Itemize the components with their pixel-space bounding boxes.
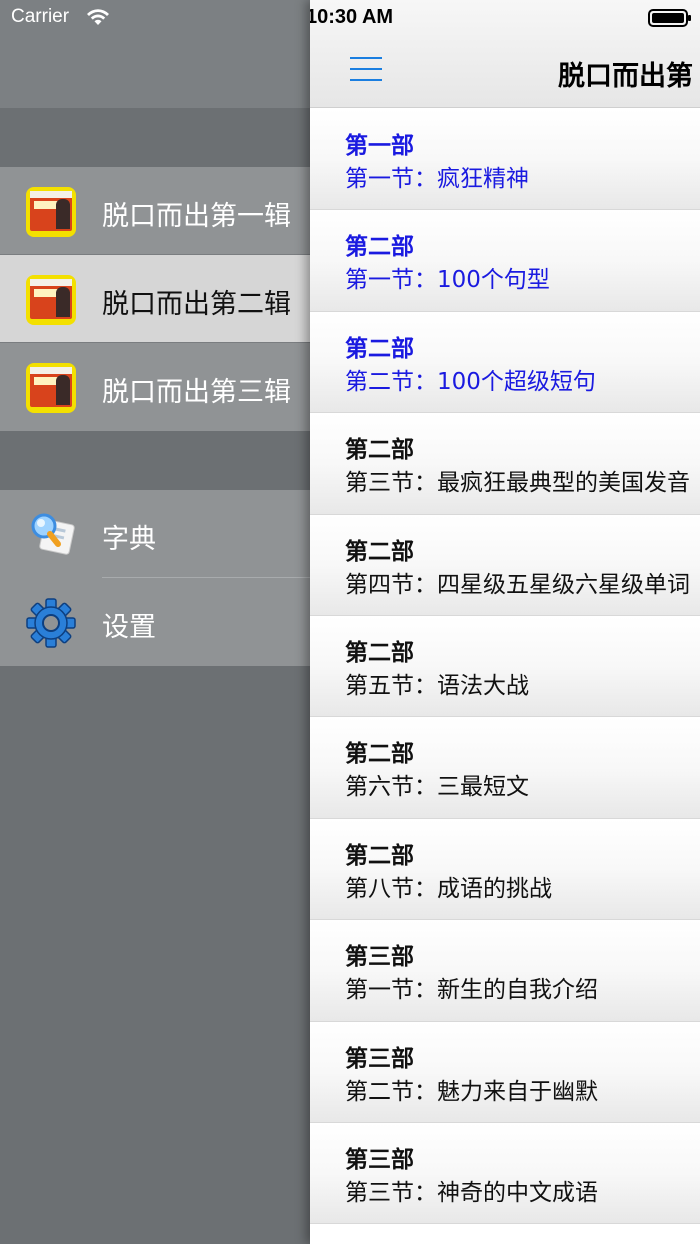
tools-menu: 字典 设置 [0, 490, 310, 666]
lesson-part: 第三部 [345, 944, 414, 971]
collection-menu: 脱口而出第一辑 脱口而出第二辑 脱口而出第三辑 [0, 167, 310, 431]
book-cover-icon [26, 275, 76, 325]
carrier-label: Carrier [11, 6, 70, 27]
collection-label: 脱口而出第三辑 [102, 377, 291, 408]
gear-icon [26, 598, 76, 648]
lesson-row[interactable]: 第一部第一节：疯狂精神 [310, 109, 700, 211]
collection-item-3[interactable]: 脱口而出第三辑 [0, 343, 310, 431]
lesson-row[interactable]: 第二部第四节：四星级五星级六星级单词 [310, 514, 700, 616]
lesson-section: 第六节：三最短文 [345, 774, 529, 801]
dictionary-icon [31, 513, 75, 555]
collection-item-1[interactable]: 脱口而出第一辑 [0, 167, 310, 255]
wifi-icon [87, 9, 109, 25]
side-drawer: Carrier 脱口而出第一辑 脱口而出第二辑 脱口而出第三辑 字典 设置 [0, 0, 310, 1244]
lesson-part: 第一部 [345, 133, 414, 159]
drawer-header: Carrier [0, 0, 310, 108]
settings-menu-item[interactable]: 设置 [0, 578, 310, 666]
collection-item-2[interactable]: 脱口而出第二辑 [0, 255, 310, 343]
lesson-part: 第二部 [345, 842, 414, 869]
settings-label: 设置 [102, 612, 156, 643]
lesson-row[interactable]: 第二部第八节：成语的挑战 [310, 818, 700, 921]
lesson-part: 第二部 [345, 437, 414, 464]
lesson-row[interactable]: 第二部第一节：100个句型 [310, 210, 700, 312]
lesson-part: 第二部 [345, 335, 414, 362]
lesson-part: 第三部 [345, 1146, 414, 1173]
lesson-section: 第四节：四星级五星级六星级单词 [345, 571, 690, 598]
status-time: 10:30 AM [310, 6, 394, 28]
lesson-section: 第二节：100个超级短句 [345, 368, 596, 395]
navigation-bar: 10:30 AM 脱口而出第 [310, 0, 700, 108]
lesson-section: 第一节：疯狂精神 [345, 166, 529, 192]
lesson-part: 第二部 [345, 538, 414, 565]
lesson-part: 第二部 [345, 234, 414, 261]
lesson-row[interactable]: 第三部第三节：神奇的中文成语 [310, 1122, 700, 1225]
lesson-section: 第五节：语法大战 [345, 672, 529, 699]
lesson-section: 第二节：魅力来自于幽默 [345, 1078, 598, 1105]
hamburger-menu-icon[interactable] [350, 56, 382, 82]
lesson-row[interactable]: 第二部第六节：三最短文 [310, 717, 700, 819]
lesson-row[interactable]: 第三部第二节：魅力来自于幽默 [310, 1021, 700, 1123]
lesson-section: 第三节：神奇的中文成语 [345, 1179, 598, 1206]
book-cover-icon [26, 363, 76, 413]
lesson-section: 第八节：成语的挑战 [345, 875, 552, 902]
lesson-part: 第二部 [345, 741, 414, 768]
battery-icon [648, 9, 691, 27]
lesson-section: 第一节：100个句型 [345, 267, 550, 294]
lesson-section: 第三节：最疯狂最典型的美国发音 [345, 470, 690, 497]
lesson-part: 第二部 [345, 639, 414, 666]
lesson-row[interactable]: 第二部第五节：语法大战 [310, 615, 700, 718]
lesson-list: 第一部 第一节：疯狂精神 第二部 第一节：100个句型 第二部 第二节：100个超级短… [310, 109, 700, 1225]
lesson-part: 第三部 [345, 1045, 414, 1072]
dictionary-menu-item[interactable]: 字典 [0, 490, 310, 578]
lesson-row[interactable]: 第二部第二节：100个超级短句 [310, 311, 700, 414]
collection-label: 脱口而出第一辑 [102, 201, 291, 232]
book-cover-icon [26, 187, 76, 237]
lesson-row[interactable]: 第三部第一节：新生的自我介绍 [310, 920, 700, 1022]
collection-label: 脱口而出第二辑 [102, 289, 291, 320]
lesson-section: 第一节：新生的自我介绍 [345, 977, 598, 1004]
lesson-row[interactable]: 第二部第三节：最疯狂最典型的美国发音 [310, 413, 700, 515]
main-panel: 10:30 AM 脱口而出第 第一部 第一节：疯狂精神 第二部 第一节：100个句型… [310, 0, 700, 1244]
page-title: 脱口而出第 [558, 61, 693, 92]
dictionary-label: 字典 [102, 524, 156, 555]
